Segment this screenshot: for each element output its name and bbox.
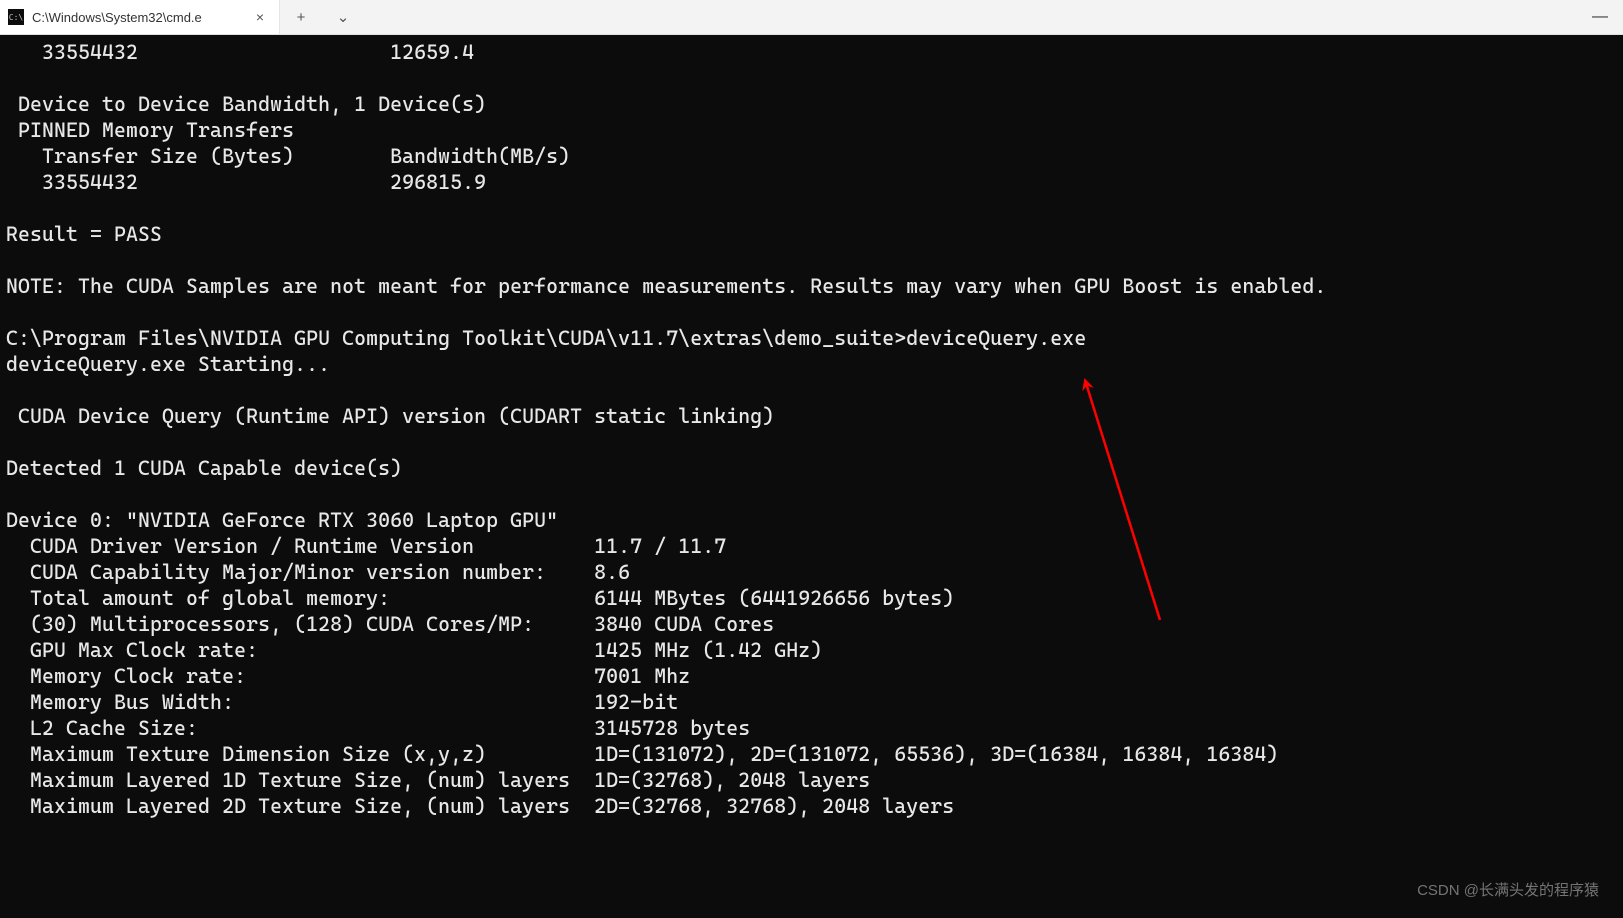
close-tab-icon[interactable]: × [251, 8, 269, 26]
watermark: CSDN @长满头发的程序猿 [1417, 879, 1599, 900]
tab-dropdown-button[interactable]: ⌄ [322, 0, 364, 35]
window-titlebar: C:\ C:\Windows\System32\cmd.e × + ⌄ — [0, 0, 1623, 35]
tab-cmd[interactable]: C:\ C:\Windows\System32\cmd.e × [0, 0, 280, 34]
titlebar-actions: + ⌄ [280, 0, 364, 34]
cmd-icon: C:\ [8, 9, 24, 25]
window-controls: — [1577, 0, 1623, 34]
minimize-button[interactable]: — [1577, 0, 1623, 35]
titlebar-drag-area[interactable] [364, 0, 1577, 34]
new-tab-button[interactable]: + [280, 0, 322, 35]
terminal-output[interactable]: 33554432 12659.4 Device to Device Bandwi… [0, 35, 1623, 918]
tab-title: C:\Windows\System32\cmd.e [32, 10, 243, 25]
